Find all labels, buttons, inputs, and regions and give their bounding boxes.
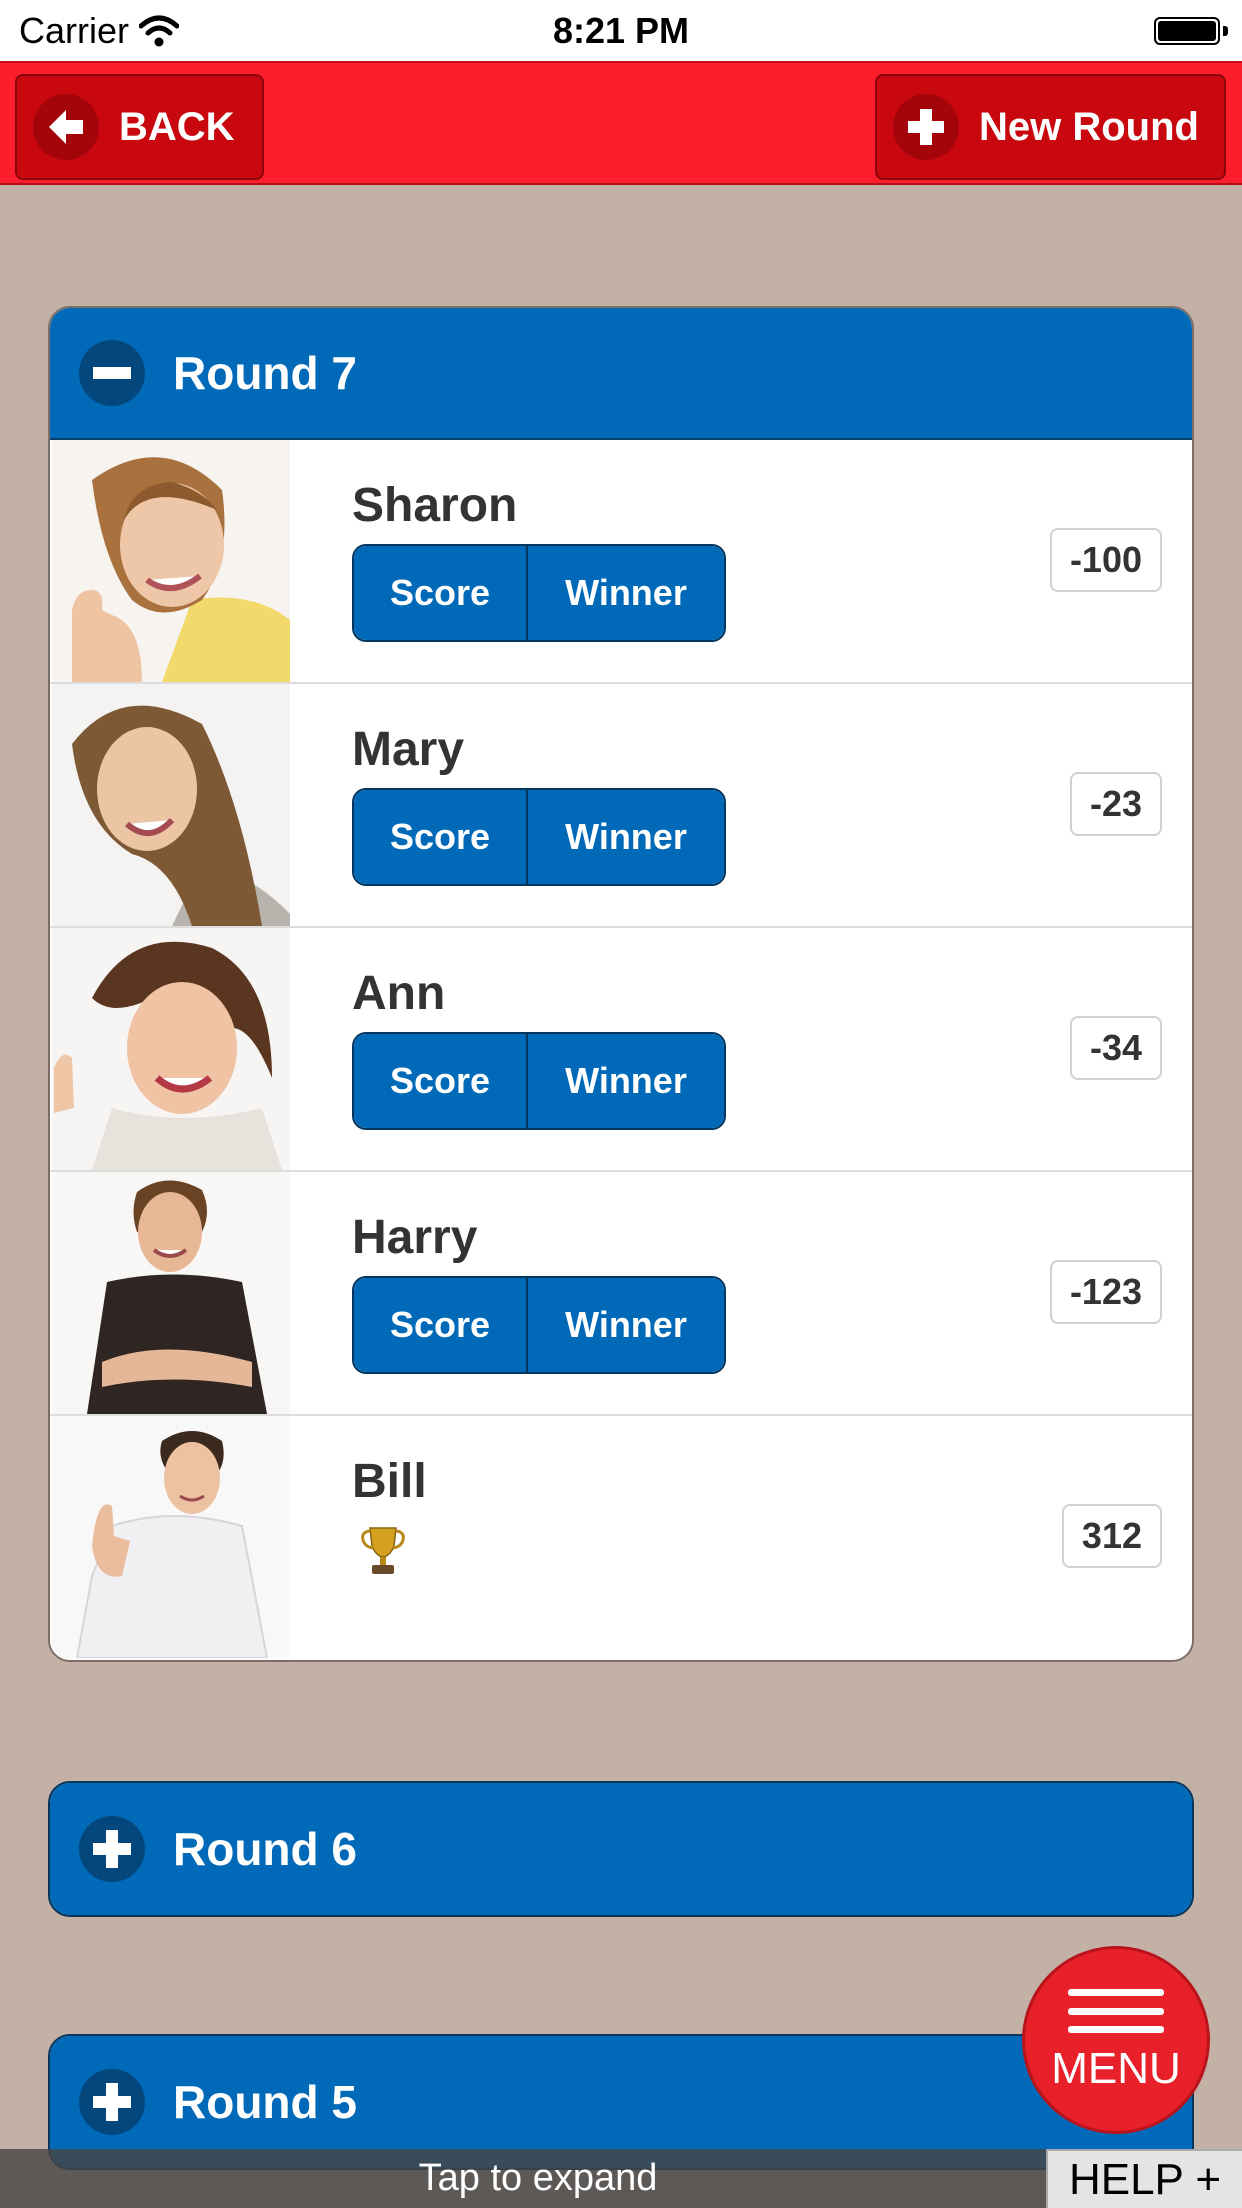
- plus-icon: [79, 1816, 145, 1882]
- back-button[interactable]: BACK: [15, 74, 264, 180]
- status-bar: Carrier 8:21 PM: [0, 0, 1242, 61]
- score-winner-group: Score Winner: [352, 788, 726, 886]
- player-avatar: [52, 440, 290, 682]
- trophy-icon: [361, 1527, 405, 1574]
- player-avatar: [52, 1416, 290, 1658]
- score-winner-group: Score Winner: [352, 544, 726, 642]
- player-name: Mary: [352, 723, 465, 776]
- top-nav-bar: BACK New Round: [0, 61, 1242, 185]
- player-avatar: [52, 1172, 290, 1414]
- round-title: Round 6: [173, 1823, 357, 1875]
- back-label: BACK: [119, 104, 235, 149]
- score-winner-group: Score Winner: [352, 1276, 726, 1374]
- battery-icon: [1154, 17, 1228, 45]
- player-score: 312: [1061, 1504, 1162, 1568]
- tap-to-expand-hint: Tap to expand: [418, 2157, 658, 2199]
- score-button[interactable]: Score: [354, 1034, 528, 1128]
- new-round-label: New Round: [979, 104, 1199, 149]
- plus-icon: [79, 2069, 145, 2135]
- menu-button[interactable]: MENU: [1022, 1946, 1210, 2134]
- player-score: -23: [1069, 772, 1162, 836]
- winner-button[interactable]: Winner: [528, 1034, 724, 1128]
- round-title: Round 7: [173, 347, 357, 399]
- player-score: -34: [1069, 1016, 1162, 1080]
- score-button[interactable]: Score: [354, 1278, 528, 1372]
- player-row: Ann Score Winner -34: [50, 928, 1192, 1172]
- hamburger-icon: [1068, 1989, 1164, 2033]
- player-row: Bill 312: [50, 1416, 1192, 1660]
- player-row: Mary Score Winner -23: [50, 684, 1192, 928]
- minus-icon: [79, 340, 145, 406]
- round-card: Round 7 Sharon Score Winner -100 Mary Sc…: [48, 306, 1194, 1662]
- player-avatar: [52, 684, 290, 926]
- player-name: Sharon: [352, 479, 518, 532]
- round-header[interactable]: Round 7: [50, 308, 1192, 440]
- score-winner-group: Score Winner: [352, 1032, 726, 1130]
- new-round-button[interactable]: New Round: [875, 74, 1226, 180]
- player-score: -123: [1049, 1260, 1162, 1324]
- help-button[interactable]: HELP +: [1046, 2149, 1242, 2208]
- menu-label: MENU: [1051, 2044, 1181, 2093]
- player-name: Bill: [352, 1455, 427, 1508]
- score-button[interactable]: Score: [354, 546, 528, 640]
- round-title: Round 5: [173, 2076, 357, 2128]
- winner-button[interactable]: Winner: [528, 1278, 724, 1372]
- score-button[interactable]: Score: [354, 790, 528, 884]
- winner-button[interactable]: Winner: [528, 790, 724, 884]
- round-header[interactable]: Round 6: [50, 1783, 1192, 1915]
- arrow-left-icon: [33, 94, 99, 160]
- player-row: Harry Score Winner -123: [50, 1172, 1192, 1416]
- round-card: Round 6: [48, 1781, 1194, 1917]
- player-score: -100: [1049, 528, 1162, 592]
- clock: 8:21 PM: [552, 10, 690, 51]
- player-name: Ann: [352, 967, 446, 1020]
- player-name: Harry: [352, 1211, 478, 1264]
- player-avatar: [52, 928, 290, 1170]
- winner-button[interactable]: Winner: [528, 546, 724, 640]
- player-row: Sharon Score Winner -100: [50, 440, 1192, 684]
- plus-icon: [893, 94, 959, 160]
